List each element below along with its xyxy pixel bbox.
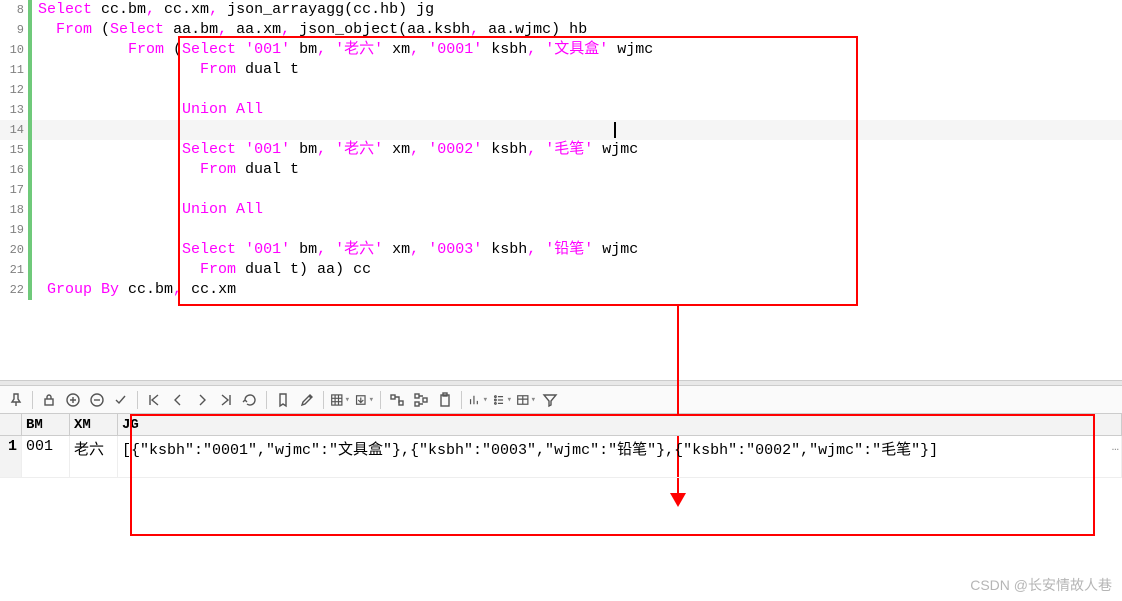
prev-record-icon[interactable] [168, 390, 188, 410]
add-row-icon[interactable] [63, 390, 83, 410]
line-number: 14 [0, 120, 32, 140]
code-content[interactable] [32, 120, 616, 140]
chart-icon[interactable] [468, 390, 488, 410]
code-content[interactable] [32, 180, 38, 200]
line-number: 13 [0, 100, 32, 120]
cell-jg[interactable]: [{"ksbh":"0001","wjmc":"文具盒"},{"ksbh":"0… [118, 436, 1122, 477]
line-number: 20 [0, 240, 32, 260]
lock-icon[interactable] [39, 390, 59, 410]
table-layout-icon[interactable] [516, 390, 536, 410]
col-rownum[interactable] [0, 414, 22, 435]
col-bm[interactable]: BM [22, 414, 70, 435]
code-line[interactable]: 12 [0, 80, 1122, 100]
code-line[interactable]: 9 From (Select aa.bm, aa.xm, json_object… [0, 20, 1122, 40]
bookmark-icon[interactable] [273, 390, 293, 410]
code-content[interactable] [32, 220, 38, 240]
first-record-icon[interactable] [144, 390, 164, 410]
line-number: 17 [0, 180, 32, 200]
refresh-icon[interactable] [240, 390, 260, 410]
grid-header: BM XM JG [0, 414, 1122, 436]
code-content[interactable] [32, 80, 38, 100]
results-toolbar [0, 386, 1122, 414]
code-line[interactable]: 17 [0, 180, 1122, 200]
code-content[interactable]: Union All [32, 100, 263, 120]
code-content[interactable]: From dual t) aa) cc [32, 260, 371, 280]
code-content[interactable]: Select '001' bm, '老六' xm, '0003' ksbh, '… [32, 240, 638, 260]
code-line[interactable]: 16 From dual t [0, 160, 1122, 180]
export-icon[interactable] [354, 390, 374, 410]
code-line[interactable]: 13 Union All [0, 100, 1122, 120]
code-line[interactable]: 15 Select '001' bm, '老六' xm, '0002' ksbh… [0, 140, 1122, 160]
code-line[interactable]: 21 From dual t) aa) cc [0, 260, 1122, 280]
line-number: 9 [0, 20, 32, 40]
line-number: 15 [0, 140, 32, 160]
edit-icon[interactable] [297, 390, 317, 410]
related-records-icon[interactable] [411, 390, 431, 410]
line-number: 11 [0, 60, 32, 80]
code-line[interactable]: 14 [0, 120, 1122, 140]
line-number: 18 [0, 200, 32, 220]
code-content[interactable]: Select '001' bm, '老六' xm, '0002' ksbh, '… [32, 140, 638, 160]
code-line[interactable]: 10 From (Select '001' bm, '老六' xm, '0001… [0, 40, 1122, 60]
code-line[interactable]: 11 From dual t [0, 60, 1122, 80]
code-line[interactable]: 18 Union All [0, 200, 1122, 220]
line-number: 21 [0, 260, 32, 280]
results-grid[interactable]: BM XM JG 1 001 老六 [{"ksbh":"0001","wjmc"… [0, 414, 1122, 601]
code-content[interactable]: From (Select '001' bm, '老六' xm, '0001' k… [32, 40, 653, 60]
cell-bm[interactable]: 001 [22, 436, 70, 477]
result-row[interactable]: 1 001 老六 [{"ksbh":"0001","wjmc":"文具盒"},{… [0, 436, 1122, 478]
text-cursor [614, 122, 616, 138]
remove-row-icon[interactable] [87, 390, 107, 410]
line-number: 10 [0, 40, 32, 60]
code-line[interactable]: 19 [0, 220, 1122, 240]
code-content[interactable]: Union All [32, 200, 263, 220]
code-content[interactable]: From (Select aa.bm, aa.xm, json_object(a… [32, 20, 587, 40]
code-content[interactable]: Select cc.bm, cc.xm, json_arrayagg(cc.hb… [32, 0, 434, 20]
link-records-icon[interactable] [387, 390, 407, 410]
cell-rownum: 1 [0, 436, 22, 477]
line-number: 16 [0, 160, 32, 180]
cell-truncation-icon[interactable]: … [1112, 440, 1119, 454]
line-number: 19 [0, 220, 32, 240]
line-number: 12 [0, 80, 32, 100]
code-line[interactable]: 22 Group By cc.bm, cc.xm [0, 280, 1122, 300]
cell-jg-text: [{"ksbh":"0001","wjmc":"文具盒"},{"ksbh":"0… [122, 442, 938, 459]
line-number: 22 [0, 280, 32, 300]
sort-icon[interactable] [492, 390, 512, 410]
filter-icon[interactable] [540, 390, 560, 410]
next-record-icon[interactable] [192, 390, 212, 410]
sql-editor[interactable]: 8Select cc.bm, cc.xm, json_arrayagg(cc.h… [0, 0, 1122, 380]
col-xm[interactable]: XM [70, 414, 118, 435]
col-jg[interactable]: JG [118, 414, 1122, 435]
code-content[interactable]: From dual t [32, 160, 299, 180]
confirm-icon[interactable] [111, 390, 131, 410]
last-record-icon[interactable] [216, 390, 236, 410]
line-number: 8 [0, 0, 32, 20]
code-line[interactable]: 8Select cc.bm, cc.xm, json_arrayagg(cc.h… [0, 0, 1122, 20]
code-line[interactable]: 20 Select '001' bm, '老六' xm, '0003' ksbh… [0, 240, 1122, 260]
clipboard-icon[interactable] [435, 390, 455, 410]
code-content[interactable]: From dual t [32, 60, 299, 80]
pin-icon[interactable] [6, 390, 26, 410]
code-content[interactable]: Group By cc.bm, cc.xm [32, 280, 236, 300]
cell-xm[interactable]: 老六 [70, 436, 118, 477]
grid-view-icon[interactable] [330, 390, 350, 410]
